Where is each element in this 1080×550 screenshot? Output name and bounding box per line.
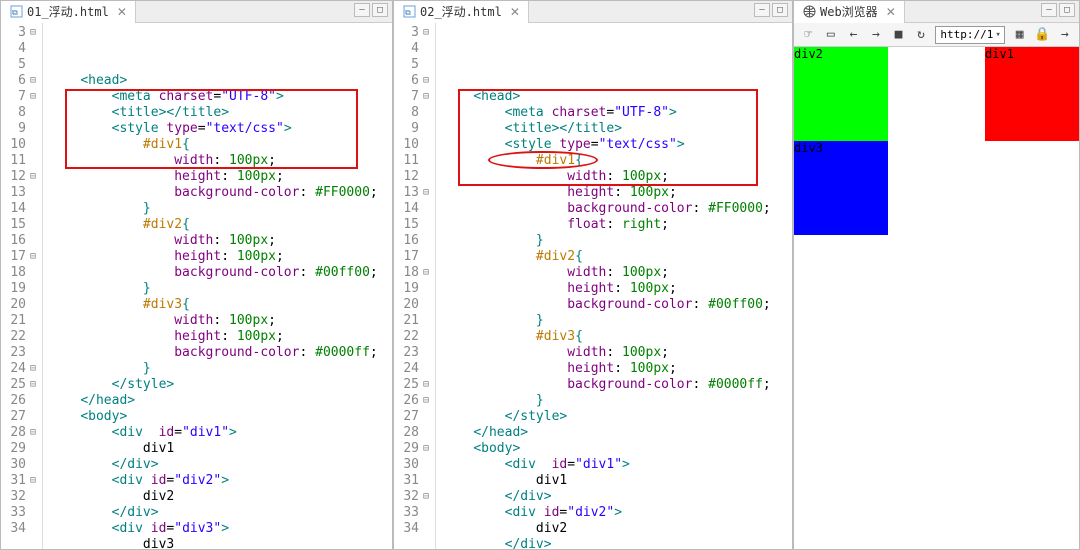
- code-area[interactable]: <head> <meta charset="UTF-8"> <title></t…: [436, 23, 792, 549]
- maximize-button[interactable]: □: [1059, 3, 1075, 17]
- tabbar: Web浏览器 ✕ – □: [794, 1, 1079, 23]
- browser-toolbar: ☞ ▭ ← → ■ ↻ http://1 ▾ ▦ 🔒 →: [794, 23, 1079, 47]
- tab-file-01[interactable]: ⧉ 01_浮动.html ✕: [1, 1, 136, 23]
- html-file-icon: ⧉: [402, 5, 416, 19]
- code-area[interactable]: <head> <meta charset="UTF-8"> <title></t…: [43, 23, 392, 549]
- back-icon[interactable]: ←: [845, 26, 862, 44]
- browser-viewport: div2 div1 div3: [794, 47, 1079, 549]
- minimize-button[interactable]: –: [354, 3, 370, 17]
- svg-text:⧉: ⧉: [405, 8, 411, 17]
- svg-text:⧉: ⧉: [12, 8, 18, 17]
- tab-label: Web浏览器: [820, 3, 878, 20]
- chevron-down-icon[interactable]: ▾: [995, 30, 1000, 40]
- html-file-icon: ⧉: [9, 5, 23, 19]
- globe-icon: [802, 5, 816, 19]
- preview-div1: div1: [985, 47, 1079, 141]
- box-icon[interactable]: ▭: [823, 26, 840, 44]
- editor-left[interactable]: 3⊟456⊟7⊟89101112⊟1314151617⊟181920212223…: [1, 23, 392, 549]
- grid-icon[interactable]: ▦: [1011, 26, 1028, 44]
- hand-icon[interactable]: ☞: [800, 26, 817, 44]
- line-gutter: 3⊟456⊟7⊟89101112⊟1314151617⊟181920212223…: [1, 23, 43, 549]
- close-icon[interactable]: ✕: [117, 5, 127, 19]
- close-icon[interactable]: ✕: [510, 5, 520, 19]
- forward-icon[interactable]: →: [868, 26, 885, 44]
- tab-web-browser[interactable]: Web浏览器 ✕: [794, 1, 905, 23]
- minimize-button[interactable]: –: [1041, 3, 1057, 17]
- tab-label: 02_浮动.html: [420, 3, 502, 20]
- tabbar: ⧉ 02_浮动.html ✕ – □: [394, 1, 792, 23]
- preview-div2: div2: [794, 47, 888, 141]
- minimize-button[interactable]: –: [754, 3, 770, 17]
- editor-pane-middle: ⧉ 02_浮动.html ✕ – □ 3⊟456⊟7⊟8910111213⊟14…: [393, 0, 793, 550]
- pane-window-buttons: – □: [754, 3, 788, 17]
- go-icon[interactable]: →: [1057, 26, 1074, 44]
- editor-pane-left: ⧉ 01_浮动.html ✕ – □ 3⊟456⊟7⊟89101112⊟1314…: [0, 0, 393, 550]
- browser-pane: Web浏览器 ✕ – □ ☞ ▭ ← → ■ ↻ http://1 ▾ ▦ 🔒 …: [793, 0, 1080, 550]
- lock-icon[interactable]: 🔒: [1034, 26, 1051, 44]
- editor-middle[interactable]: 3⊟456⊟7⊟8910111213⊟1415161718⊟1920212223…: [394, 23, 792, 549]
- pane-window-buttons: – □: [354, 3, 388, 17]
- tab-label: 01_浮动.html: [27, 3, 109, 20]
- tab-file-02[interactable]: ⧉ 02_浮动.html ✕: [394, 1, 529, 23]
- refresh-icon[interactable]: ↻: [913, 26, 930, 44]
- pane-window-buttons: – □: [1041, 3, 1075, 17]
- maximize-button[interactable]: □: [772, 3, 788, 17]
- close-icon[interactable]: ✕: [886, 5, 896, 19]
- url-text: http://1: [940, 28, 993, 41]
- tabbar: ⧉ 01_浮动.html ✕ – □: [1, 1, 392, 23]
- url-input[interactable]: http://1 ▾: [935, 26, 1005, 44]
- stop-icon[interactable]: ■: [890, 26, 907, 44]
- line-gutter: 3⊟456⊟7⊟8910111213⊟1415161718⊟1920212223…: [394, 23, 436, 549]
- maximize-button[interactable]: □: [372, 3, 388, 17]
- preview-div3: div3: [794, 141, 888, 235]
